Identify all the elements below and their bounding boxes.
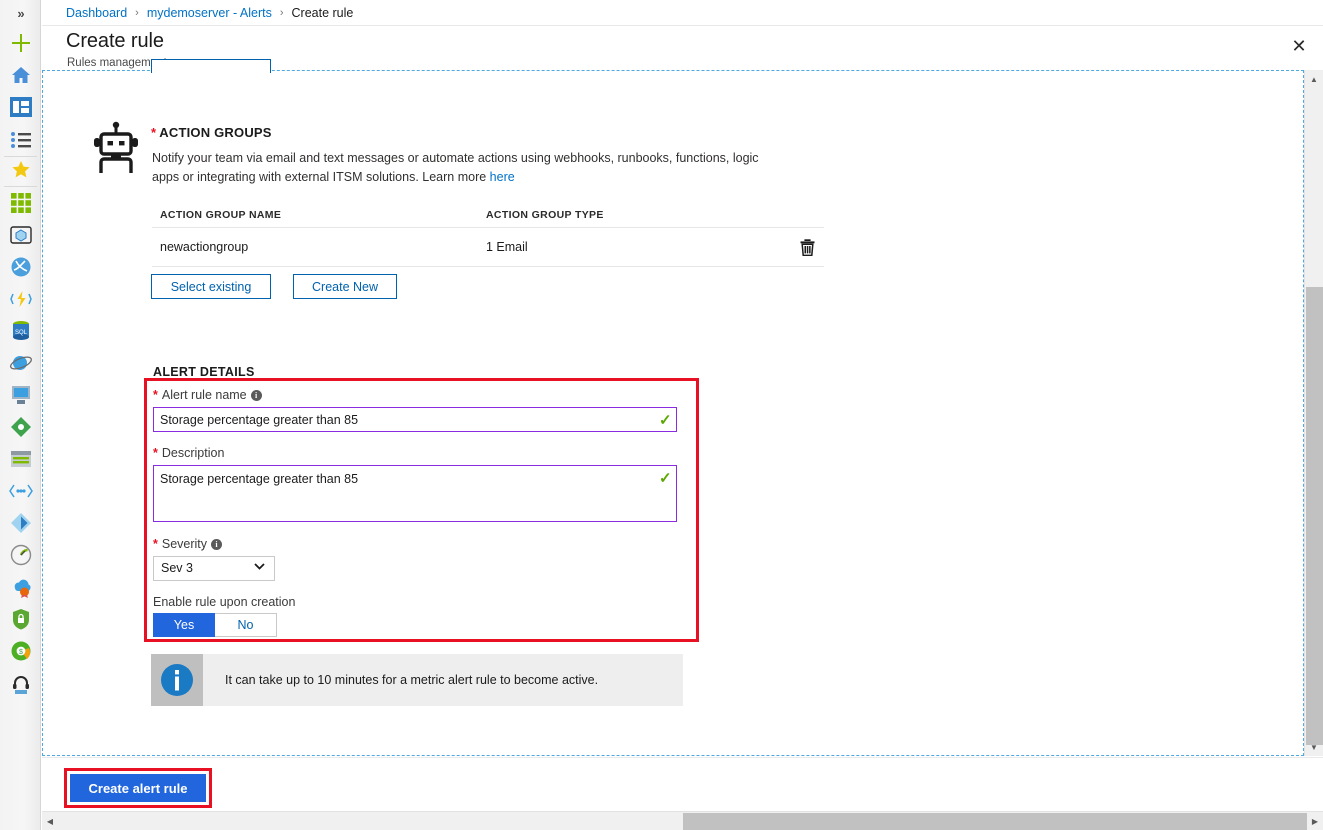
sql-databases-icon[interactable]: SQL: [0, 316, 41, 346]
storage-accounts-icon[interactable]: [0, 444, 41, 474]
alert-details-heading: ALERT DETAILS: [153, 365, 255, 379]
close-icon[interactable]: ✕: [1285, 32, 1313, 60]
azure-portal-window: » SQL $ Dashboard › mydemoserver - Alert…: [0, 0, 1323, 830]
nav-divider-2: [4, 186, 37, 187]
azure-active-directory-icon[interactable]: [0, 508, 41, 538]
action-groups-description: Notify your team via email and text mess…: [152, 149, 782, 187]
svg-text:SQL: SQL: [14, 330, 27, 336]
table-header-row: ACTION GROUP NAME ACTION GROUP TYPE: [152, 197, 824, 221]
virtual-networks-icon[interactable]: [0, 476, 41, 506]
info-banner-text: It can take up to 10 minutes for a metri…: [225, 673, 599, 687]
create-alert-rule-button[interactable]: Create alert rule: [70, 774, 206, 802]
action-groups-description-text: Notify your team via email and text mess…: [152, 151, 759, 184]
enable-rule-toggle: Yes No: [153, 613, 277, 637]
form-scroll-container: * ACTION GROUPS Notify your team via emai…: [42, 59, 1304, 757]
alert-rule-name-input[interactable]: [153, 407, 677, 432]
alert-rule-name-label: * Alert rule name i: [153, 388, 262, 402]
left-navigation-rail: » SQL $: [0, 0, 41, 830]
column-header-action-group-type: ACTION GROUP TYPE: [486, 209, 604, 221]
vertical-scrollbar-thumb[interactable]: [1306, 287, 1323, 745]
info-banner: It can take up to 10 minutes for a metri…: [151, 654, 683, 706]
all-resources-icon[interactable]: [0, 188, 41, 218]
description-label-text: Description: [161, 446, 225, 460]
action-groups-heading: * ACTION GROUPS: [151, 125, 272, 140]
info-icon-severity[interactable]: i: [211, 539, 223, 550]
favorites-star-icon[interactable]: [0, 155, 41, 185]
scroll-down-arrow-icon[interactable]: ▼: [1305, 738, 1323, 756]
breadcrumb-item-alerts[interactable]: mydemoserver - Alerts: [147, 6, 272, 20]
valid-check-icon-description: ✓: [659, 470, 672, 487]
column-header-action-group-name: ACTION GROUP NAME: [160, 209, 282, 221]
description-label: * Description: [153, 446, 224, 460]
chevron-down-icon: [254, 561, 265, 573]
valid-check-icon-rule-name: ✓: [659, 412, 672, 429]
cost-management-icon[interactable]: $: [0, 636, 41, 666]
info-icon: [161, 664, 193, 696]
resource-groups-icon[interactable]: [0, 220, 41, 250]
monitor-icon[interactable]: [0, 540, 41, 570]
app-services-icon[interactable]: [0, 252, 41, 282]
breadcrumb-separator-1: ›: [135, 6, 139, 19]
learn-more-here-link[interactable]: here: [490, 170, 515, 184]
function-apps-icon[interactable]: [0, 284, 41, 314]
alert-rule-name-label-text: Alert rule name: [161, 388, 247, 402]
info-banner-icon-cell: [151, 654, 203, 706]
horizontal-scrollbar-thumb[interactable]: [683, 813, 1307, 830]
advisor-icon[interactable]: [0, 572, 41, 602]
scroll-left-arrow-icon[interactable]: ◀: [42, 812, 58, 830]
help-support-icon[interactable]: [0, 668, 41, 698]
delete-action-group-icon[interactable]: [790, 238, 824, 256]
dashboard-icon[interactable]: [0, 92, 41, 122]
breadcrumb: Dashboard › mydemoserver - Alerts › Crea…: [42, 0, 1323, 26]
robot-icon: [88, 121, 144, 177]
severity-label: * Severity i: [153, 537, 223, 551]
breadcrumb-item-dashboard[interactable]: Dashboard: [66, 6, 127, 20]
all-services-icon[interactable]: [0, 125, 41, 155]
blade-footer-command-bar: Create alert rule: [42, 757, 1323, 811]
alert-details-highlight-box: *Alert rule namei ✓ *Description ✓ *Seve…: [144, 378, 699, 642]
cell-action-group-name: newactiongroup: [160, 240, 249, 254]
expand-nav-chevron-icon[interactable]: »: [0, 2, 41, 24]
page-title: Create rule: [66, 30, 164, 52]
load-balancers-icon[interactable]: [0, 412, 41, 442]
create-alert-rule-highlight: Create alert rule: [64, 768, 212, 808]
scroll-up-arrow-icon[interactable]: ▲: [1305, 70, 1323, 88]
required-marker-severity: *: [153, 537, 158, 551]
info-icon-rule-name[interactable]: i: [250, 390, 262, 401]
severity-label-text: Severity: [161, 537, 208, 551]
select-existing-button[interactable]: Select existing: [151, 274, 271, 299]
virtual-machines-icon[interactable]: [0, 380, 41, 410]
severity-dropdown[interactable]: Sev 3: [153, 556, 275, 581]
action-groups-table: ACTION GROUP NAME ACTION GROUP TYPE newa…: [152, 197, 824, 267]
breadcrumb-item-create-rule: Create rule: [291, 5, 354, 20]
svg-text:$: $: [19, 649, 23, 656]
severity-selected-value: Sev 3: [161, 561, 193, 575]
scroll-right-arrow-icon[interactable]: ▶: [1307, 812, 1323, 830]
home-icon[interactable]: [0, 60, 41, 90]
create-rule-form: * ACTION GROUPS Notify your team via emai…: [43, 71, 1283, 757]
security-center-icon[interactable]: [0, 604, 41, 634]
vertical-scrollbar[interactable]: ▲ ▼: [1304, 70, 1323, 756]
table-row[interactable]: newactiongroup 1 Email: [152, 228, 824, 266]
azure-cosmos-db-icon[interactable]: [0, 348, 41, 378]
table-divider-bottom: [152, 266, 824, 267]
action-groups-heading-text: ACTION GROUPS: [159, 125, 272, 140]
toggle-option-no[interactable]: No: [215, 613, 277, 637]
enable-rule-label: Enable rule upon creation: [153, 595, 296, 609]
create-resource-icon[interactable]: [0, 28, 41, 58]
horizontal-scrollbar[interactable]: ◀ ▶: [42, 811, 1323, 830]
toggle-option-yes[interactable]: Yes: [153, 613, 215, 637]
required-marker: *: [151, 125, 157, 140]
cell-action-group-type: 1 Email: [486, 240, 528, 254]
required-marker-name: *: [153, 388, 158, 402]
description-textarea[interactable]: [153, 465, 677, 522]
breadcrumb-separator-2: ›: [279, 6, 284, 19]
create-new-action-group-button[interactable]: Create New: [293, 274, 397, 299]
required-marker-description: *: [153, 446, 158, 460]
